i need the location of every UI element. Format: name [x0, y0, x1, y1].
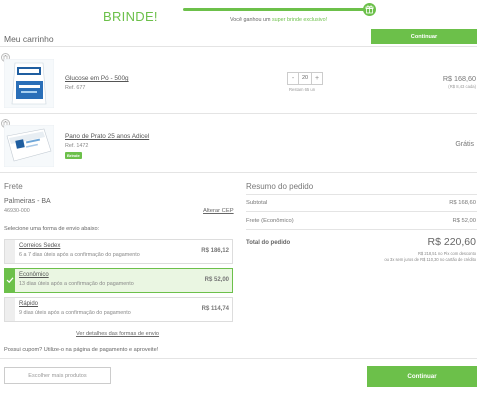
freight-label: Frete (Econômico) [246, 218, 294, 224]
subtotal-value: R$ 168,60 [449, 200, 476, 206]
stock-note: Restam 65 un [289, 87, 316, 92]
increase-quantity-button[interactable]: + [312, 73, 322, 84]
divider [0, 113, 477, 114]
summary-freight-row: Frete (Econômico) R$ 52,00 [246, 218, 477, 224]
shipping-option-economico[interactable]: Econômico 13 dias úteis após a confirmaç… [4, 268, 233, 293]
product-ref: Ref. 1472 [65, 143, 89, 149]
shipping-option-desc: 9 dias úteis após a confirmação do pagam… [19, 310, 131, 316]
coupon-text: Possui cupom? Utilize-o na página de pag… [4, 347, 159, 353]
shipping-details-link[interactable]: Ver detalhes das formas de envio [76, 331, 159, 337]
shipping-option-price: R$ 114,74 [201, 306, 229, 312]
shipping-option-price: R$ 52,00 [204, 277, 229, 283]
cart-title: Meu carrinho [4, 34, 54, 44]
product-image-dish-towel[interactable] [3, 124, 55, 169]
product-price: R$ 168,60 [442, 74, 476, 83]
shipping-select-label: Selecione uma forma de envio abaixo: [4, 226, 100, 232]
freight-city: Palmeiras - BA [4, 198, 51, 205]
shipping-option-name: Rápido [19, 301, 39, 307]
quantity-value[interactable]: 20 [298, 73, 312, 84]
shipping-option-sedex[interactable]: Correios Sedex 6 a 7 dias úteis após a c… [4, 239, 233, 264]
summary-title: Resumo do pedido [246, 182, 314, 191]
pix-note: R$ 218,51 no Pix com desconto [417, 251, 476, 256]
shipping-option-name: Econômico [19, 272, 49, 278]
freight-title: Frete [4, 182, 23, 191]
gift-message: Você ganhou um super brinde exclusivo! [230, 17, 328, 23]
gift-progress-bar [183, 8, 372, 11]
freight-cep: 46930-000 [4, 208, 30, 214]
product-name-link[interactable]: Pano de Prato 25 anos Adicel [65, 133, 149, 140]
decrease-quantity-button[interactable]: - [288, 73, 298, 84]
brinde-title: BRINDE! [103, 9, 158, 24]
shipping-checkbox[interactable] [5, 269, 15, 292]
quantity-stepper[interactable]: - 20 + [287, 72, 323, 85]
summary-subtotal-row: Subtotal R$ 168,60 [246, 200, 477, 206]
shipping-option-desc: 13 dias úteis após a confirmação do paga… [19, 281, 134, 287]
shipping-option-desc: 6 a 7 dias úteis após a confirmação do p… [19, 252, 140, 258]
product-ref: Ref. 677 [65, 85, 86, 91]
product-name-link[interactable]: Glucose em Pó - 500g [65, 75, 129, 82]
total-label: Total do pedido [246, 240, 291, 246]
divider [0, 172, 477, 173]
divider [246, 194, 477, 195]
total-value: R$ 220,60 [427, 236, 476, 248]
shipping-option-price: R$ 186,12 [201, 248, 229, 254]
card-installments-note: ou 3x sem juros de R$ 110,30 no cartão d… [384, 257, 476, 262]
shipping-checkbox[interactable] [5, 240, 15, 263]
freight-value: R$ 52,00 [452, 218, 476, 224]
gift-icon [363, 3, 376, 16]
shipping-option-rapido[interactable]: Rápido 9 dias úteis após a confirmação d… [4, 297, 233, 322]
gift-badge: Brinde [65, 152, 82, 159]
subtotal-label: Subtotal [246, 200, 268, 206]
product-price: Grátis [455, 141, 474, 148]
product-image-glucose[interactable] [3, 58, 55, 110]
divider [0, 46, 477, 47]
divider [0, 358, 477, 359]
checkmark-icon [6, 277, 14, 284]
shipping-checkbox[interactable] [5, 298, 15, 321]
continue-button-bottom[interactable]: Continuar [367, 366, 477, 387]
product-unit-price: (R$ 8,43 cada) [448, 84, 476, 89]
divider [246, 211, 477, 212]
change-cep-link[interactable]: Alterar CEP [203, 208, 234, 214]
shipping-option-name: Correios Sedex [19, 243, 61, 249]
continue-button-top[interactable]: Continuar [371, 29, 477, 44]
divider [246, 229, 477, 230]
choose-more-products-button[interactable]: Escolher mais produtos [4, 367, 111, 384]
